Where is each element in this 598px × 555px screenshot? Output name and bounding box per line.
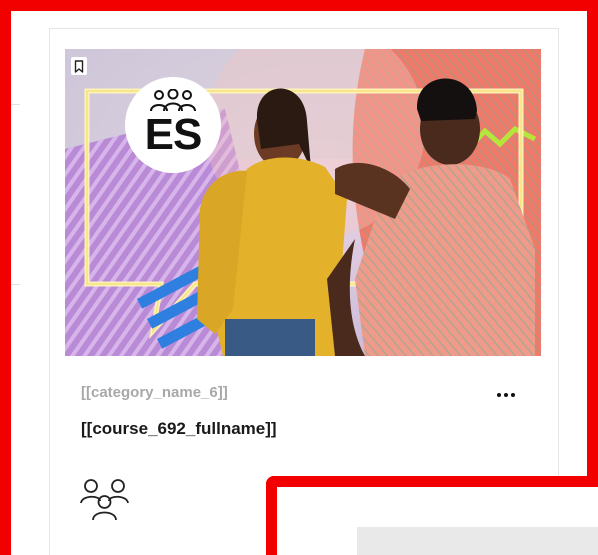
participants-icon <box>80 479 129 521</box>
bookmark-icon <box>74 59 84 73</box>
course-image[interactable]: ES <box>65 49 541 356</box>
more-options-icon <box>497 393 515 397</box>
bookmark-button[interactable] <box>71 57 87 75</box>
background-divider-2 <box>0 284 20 285</box>
background-fragment: 1. <box>2 206 12 218</box>
course-title[interactable]: [[course_692_fullname]] <box>81 419 277 439</box>
language-code: ES <box>144 110 203 159</box>
next-course-card[interactable] <box>266 476 598 555</box>
more-options-button[interactable] <box>493 387 519 403</box>
background-divider <box>0 104 20 105</box>
category-name: [[category_name_6]] <box>81 384 228 401</box>
language-badge: ES <box>125 77 221 173</box>
next-course-image <box>357 527 598 555</box>
